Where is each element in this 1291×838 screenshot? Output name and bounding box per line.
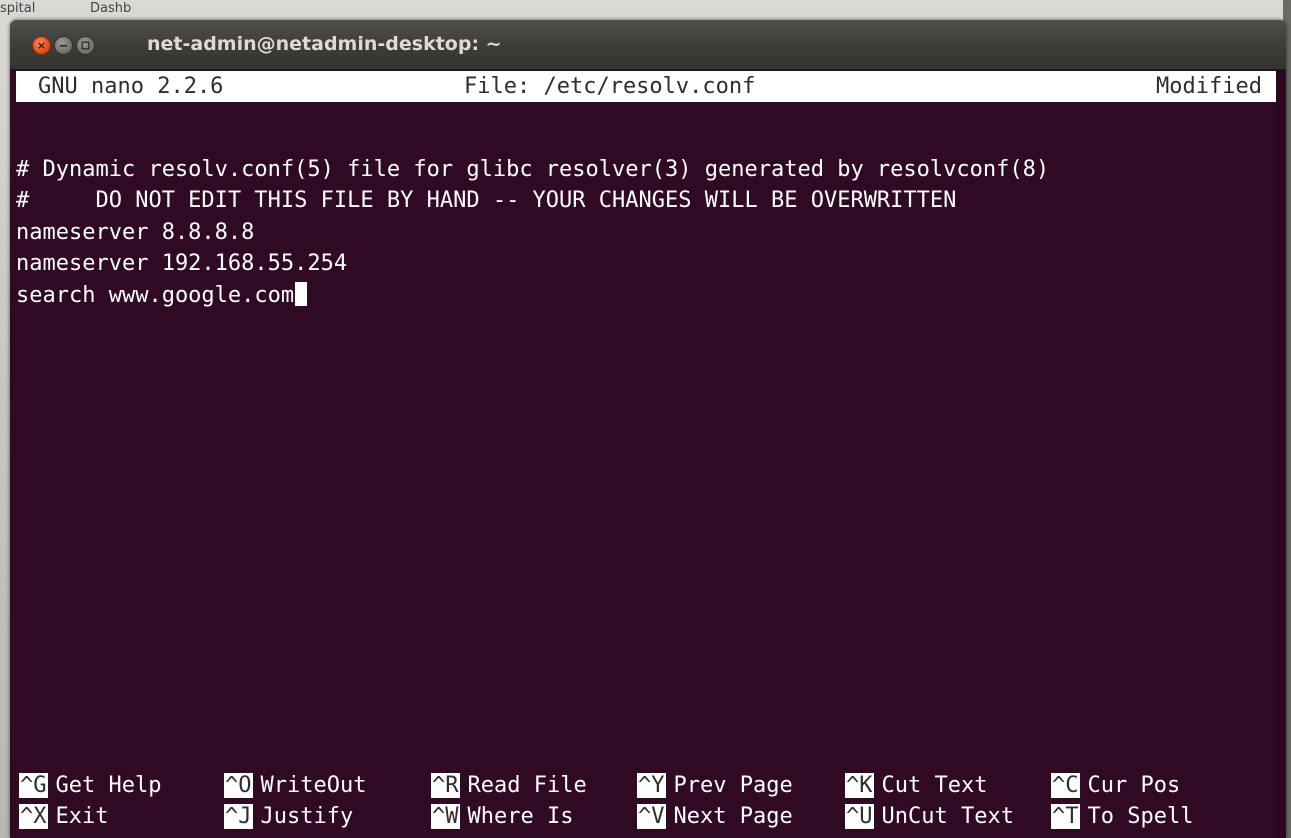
shortcut-label: Read File bbox=[467, 773, 587, 798]
window-title: net-admin@netadmin-desktop: ~ bbox=[147, 33, 502, 55]
editor-text-area[interactable]: # Dynamic resolv.conf(5) file for glibc … bbox=[16, 102, 1278, 762]
shortcut-uncut-text[interactable]: ^U UnCut Text bbox=[845, 801, 1014, 832]
shortcut-read-file[interactable]: ^R Read File bbox=[431, 770, 587, 801]
nano-version: GNU nano 2.2.6 bbox=[38, 74, 224, 99]
window-right-edge bbox=[1276, 70, 1286, 838]
shortcut-key: ^O bbox=[224, 773, 253, 798]
shortcut-key: ^W bbox=[431, 804, 460, 829]
shortcut-key: ^C bbox=[1051, 773, 1080, 798]
editor-line-5-wrap: search www.google.com bbox=[16, 280, 308, 311]
maximize-button[interactable] bbox=[76, 36, 95, 55]
shortcut-key: ^T bbox=[1051, 804, 1080, 829]
editor-line-2: # DO NOT EDIT THIS FILE BY HAND -- YOUR … bbox=[16, 188, 957, 213]
background-tab-1[interactable]: spital bbox=[0, 1, 35, 16]
shortcut-key: ^Y bbox=[637, 773, 666, 798]
shortcut-to-spell[interactable]: ^T To Spell bbox=[1051, 801, 1193, 832]
minimize-icon bbox=[60, 45, 67, 47]
shortcut-next-page[interactable]: ^V Next Page bbox=[637, 801, 793, 832]
shortcut-key: ^J bbox=[224, 804, 253, 829]
shortcut-label: Exit bbox=[55, 804, 109, 829]
shortcut-label: UnCut Text bbox=[881, 804, 1014, 829]
shortcut-key: ^G bbox=[19, 773, 48, 798]
shortcut-key: ^U bbox=[845, 804, 874, 829]
shortcut-where-is[interactable]: ^W Where Is bbox=[431, 801, 573, 832]
shortcut-label: WriteOut bbox=[260, 773, 367, 798]
shortcut-cut-text[interactable]: ^K Cut Text bbox=[845, 770, 987, 801]
editor-line-3: nameserver 8.8.8.8 bbox=[16, 220, 255, 245]
shortcut-key: ^V bbox=[637, 804, 666, 829]
terminal-window[interactable]: × net-admin@netadmin-desktop: ~ GNU nano… bbox=[10, 20, 1286, 838]
shortcut-label: Cur Pos bbox=[1087, 773, 1181, 798]
minimize-button[interactable] bbox=[54, 36, 73, 55]
close-icon: × bbox=[36, 39, 47, 52]
window-titlebar[interactable]: × net-admin@netadmin-desktop: ~ bbox=[10, 20, 1286, 70]
shortcut-writeout[interactable]: ^O WriteOut bbox=[224, 770, 366, 801]
shortcut-exit[interactable]: ^X Exit bbox=[19, 801, 108, 832]
nano-status: Modified bbox=[1156, 74, 1262, 99]
editor-line-4: nameserver 192.168.55.254 bbox=[16, 251, 348, 276]
editor-line-5: search www.google.com bbox=[16, 283, 295, 308]
close-button[interactable]: × bbox=[32, 36, 51, 55]
background-tabs: spital Dashb bbox=[0, 0, 180, 22]
nano-header-bar: GNU nano 2.2.6 File: /etc/resolv.conf Mo… bbox=[16, 71, 1278, 102]
text-cursor bbox=[295, 282, 308, 306]
shortcut-label: To Spell bbox=[1087, 804, 1194, 829]
shortcut-label: Justify bbox=[260, 804, 354, 829]
shortcut-label: Cut Text bbox=[881, 773, 988, 798]
shortcut-label: Prev Page bbox=[673, 773, 793, 798]
nano-file-name: File: /etc/resolv.conf bbox=[464, 74, 756, 99]
shortcut-get-help[interactable]: ^G Get Help bbox=[19, 770, 161, 801]
nano-shortcut-bar: ^G Get Help ^O WriteOut ^R Read File ^Y Prev… bbox=[16, 770, 1278, 836]
shortcut-cur-pos[interactable]: ^C Cur Pos bbox=[1051, 770, 1180, 801]
shortcut-key: ^R bbox=[431, 773, 460, 798]
shortcut-justify[interactable]: ^J Justify bbox=[224, 801, 353, 832]
shortcut-prev-page[interactable]: ^Y Prev Page bbox=[637, 770, 793, 801]
shortcut-label: Get Help bbox=[55, 773, 162, 798]
shortcut-key: ^K bbox=[845, 773, 874, 798]
maximize-icon bbox=[81, 41, 90, 50]
shortcut-label: Next Page bbox=[673, 804, 793, 829]
editor-line-1: # Dynamic resolv.conf(5) file for glibc … bbox=[16, 157, 1050, 182]
shortcut-key: ^X bbox=[19, 804, 48, 829]
background-tab-2[interactable]: Dashb bbox=[90, 1, 131, 16]
shortcut-label: Where Is bbox=[467, 804, 574, 829]
